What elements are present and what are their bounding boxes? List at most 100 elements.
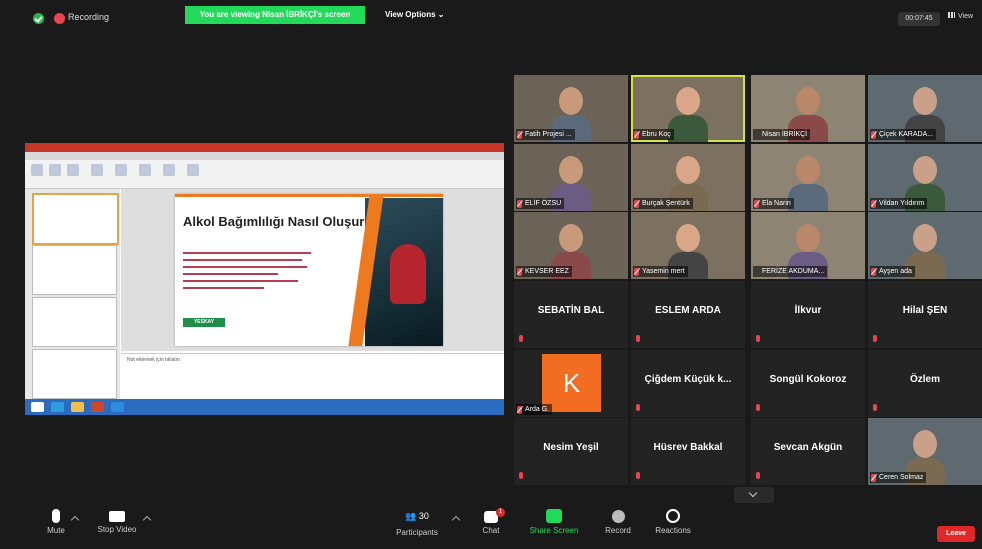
participant-tile[interactable]: Nesim Yeşil: [514, 418, 628, 485]
participant-name: Burçak Şentürk: [633, 198, 693, 209]
participant-tile[interactable]: Fatih Projesi ...: [514, 75, 628, 142]
participant-tile[interactable]: İlkvur: [751, 281, 865, 348]
ribbon-icon: [91, 164, 103, 176]
slide-accent: [175, 194, 443, 197]
participant-tile[interactable]: Sevcan Akgün: [751, 418, 865, 485]
participant-tile[interactable]: ESLEM ARDA: [631, 281, 745, 348]
stop-video-button[interactable]: Stop Video: [92, 507, 142, 534]
security-shield-icon[interactable]: [33, 13, 44, 24]
chat-badge: 1: [496, 508, 505, 517]
participant-tile[interactable]: FERİZE AKDUMA...: [751, 212, 865, 279]
leave-button[interactable]: Leave: [937, 526, 975, 542]
slide-thumbnail: [32, 193, 119, 245]
participant-name: Sevcan Akgün: [773, 442, 843, 453]
participants-count: 30: [418, 511, 429, 521]
participant-tile[interactable]: Hüsrev Bakkal: [631, 418, 745, 485]
windows-taskbar: [25, 399, 504, 415]
participant-tile[interactable]: SEBATİN BAL: [514, 281, 628, 348]
muted-mic-icon: [871, 474, 876, 482]
participant-tile[interactable]: Hilal ŞEN: [868, 281, 982, 348]
participant-tile[interactable]: Yasemin mert: [631, 212, 745, 279]
slide-thumbnail: [32, 245, 117, 295]
participant-tile[interactable]: Ayşen ada: [868, 212, 982, 279]
slide-thumbnails: [25, 189, 120, 399]
participant-tile[interactable]: Ebru Koç: [631, 75, 745, 142]
record-label: Record: [605, 526, 631, 535]
muted-mic-icon: [519, 472, 523, 479]
share-screen-icon: [546, 509, 562, 523]
muted-mic-icon: [517, 268, 522, 276]
video-options-caret[interactable]: [142, 515, 152, 525]
view-options-button[interactable]: View Options ⌄: [385, 10, 444, 19]
grid-icon: [948, 12, 955, 18]
participant-tile[interactable]: KEVSER EEZ: [514, 212, 628, 279]
chat-icon: 1: [484, 508, 505, 523]
participant-name: Nisan İBRİKÇİ: [753, 129, 811, 140]
participant-name: Hüsrev Bakkal: [653, 442, 723, 453]
muted-mic-icon: [754, 200, 759, 208]
screen-share-banner: You are viewing Nisan İBRİKÇİ's screen: [185, 6, 365, 24]
slide-title: Alkol Bağımlılığı Nasıl Oluşur?: [183, 214, 373, 229]
participant-tile[interactable]: Vildan Yıldırım: [868, 144, 982, 211]
muted-mic-icon: [871, 131, 876, 139]
participant-tile[interactable]: K Arda G.: [514, 350, 628, 417]
participants-options-caret[interactable]: [451, 515, 461, 525]
ribbon-icon: [139, 164, 151, 176]
view-button[interactable]: View: [948, 12, 973, 20]
participant-name: Çiçek KARADA...: [870, 129, 937, 140]
share-screen-label: Share Screen: [529, 526, 579, 535]
participant-name: ELİF ÖZSU: [516, 198, 565, 209]
hooded-figure-image: [390, 244, 426, 304]
video-camera-icon: [109, 511, 125, 522]
reactions-button[interactable]: Reactions: [650, 507, 696, 535]
participant-name: Çiğdem Küçük k...: [644, 374, 732, 385]
muted-mic-icon: [636, 335, 640, 342]
participant-tile[interactable]: Ela Narin: [751, 144, 865, 211]
participant-tile[interactable]: Songül Kokoroz: [751, 350, 865, 417]
slide-thumbnail: [32, 349, 117, 399]
view-label: View: [958, 13, 974, 20]
participant-name: FERİZE AKDUMA...: [753, 266, 828, 277]
muted-mic-icon: [519, 335, 523, 342]
participant-tile[interactable]: Nisan İBRİKÇİ: [751, 75, 865, 142]
record-button[interactable]: Record: [598, 507, 638, 535]
participant-tile[interactable]: Çiğdem Küçük k...: [631, 350, 745, 417]
participants-button[interactable]: 👥 30 Participants: [392, 507, 442, 537]
mute-button[interactable]: Mute: [36, 507, 76, 535]
participant-name: Vildan Yıldırım: [870, 198, 928, 209]
meeting-topbar: Recording You are viewing Nisan İBRİKÇİ'…: [0, 0, 982, 38]
muted-mic-icon: [756, 404, 760, 411]
mute-label: Mute: [47, 526, 65, 535]
chevron-down-icon[interactable]: [734, 487, 774, 503]
participant-tile[interactable]: Ceren Solmaz: [868, 418, 982, 485]
participant-tile[interactable]: ELİF ÖZSU: [514, 144, 628, 211]
muted-mic-icon: [517, 131, 522, 139]
stop-video-label: Stop Video: [97, 525, 137, 534]
meeting-toolbar: Mute Stop Video 👥 30 Participants 1 Chat…: [0, 503, 982, 549]
share-screen-button[interactable]: Share Screen: [526, 507, 582, 535]
participant-tile[interactable]: Çiçek KARADA...: [868, 75, 982, 142]
participant-tile[interactable]: Özlem: [868, 350, 982, 417]
chat-label: Chat: [482, 526, 500, 535]
ribbon-icon: [115, 164, 127, 176]
powerpoint-titlebar: [25, 143, 504, 152]
reactions-label: Reactions: [655, 526, 691, 535]
participant-name: Hilal ŞEN: [902, 305, 948, 316]
slide-notes: Not eklemek için tıklatın: [121, 353, 504, 400]
muted-mic-icon: [636, 472, 640, 479]
participant-name: Songül Kokoroz: [769, 374, 847, 385]
ribbon-icon: [163, 164, 175, 176]
slide-thumbnail: [32, 297, 117, 347]
powerpoint-icon: [91, 402, 104, 412]
current-slide: Alkol Bağımlılığı Nasıl Oluşur? YESKAY: [175, 194, 443, 346]
muted-mic-icon: [634, 200, 639, 208]
muted-mic-icon: [634, 131, 639, 139]
recording-label: Recording: [68, 12, 110, 22]
slide-bullets: [183, 252, 318, 294]
participant-tile[interactable]: Burçak Şentürk: [631, 144, 745, 211]
muted-mic-icon: [873, 404, 877, 411]
participant-name: SEBATİN BAL: [537, 305, 605, 316]
chat-button[interactable]: 1 Chat: [476, 507, 506, 535]
muted-mic-icon: [636, 404, 640, 411]
taskbar-app-icon: [51, 402, 64, 412]
